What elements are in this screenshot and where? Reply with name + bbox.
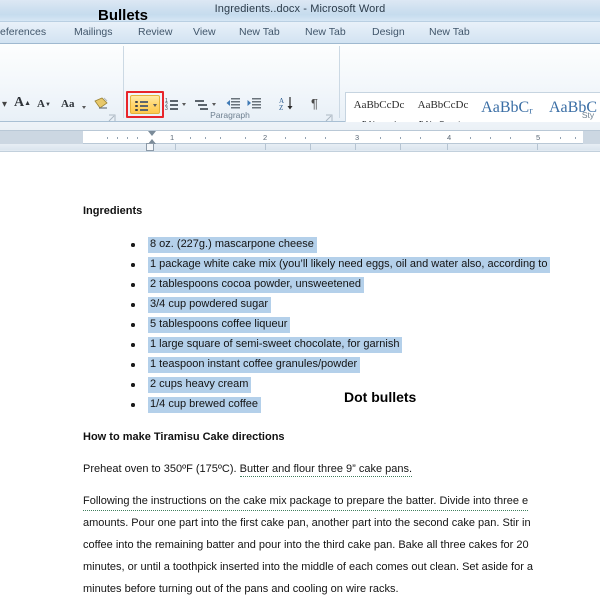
bullets-caret-icon[interactable] xyxy=(153,104,157,107)
paragraph-group-label: Paragraph xyxy=(210,110,250,120)
bullet-dot-icon xyxy=(131,363,135,367)
paragraph-body-line-5: minutes before turning out of the pans a… xyxy=(83,583,399,595)
bullet-dot-icon xyxy=(131,323,135,327)
paragraph-preheat: Preheat oven to 350ºF (175ºC). Butter an… xyxy=(83,462,413,477)
annotation-dot-bullets-label: Dot bullets xyxy=(344,389,417,405)
list-item-text: 1/4 cup brewed coffee xyxy=(148,397,262,413)
ruler-number-1: 1 xyxy=(170,133,175,142)
tab-new-tab-3[interactable]: New Tab xyxy=(429,26,470,38)
paragraph-group-dialog-launcher[interactable] xyxy=(325,110,334,122)
paragraph-body-line-3: coffee into the remaining batter and pou… xyxy=(83,539,529,551)
tab-review[interactable]: Review xyxy=(138,26,172,38)
list-item-text: 5 tablespoons coffee liqueur xyxy=(148,317,291,333)
tab-mailings[interactable]: Mailings xyxy=(74,26,113,38)
font-size-caret-icon[interactable]: ▾ xyxy=(2,100,7,110)
font-group-dialog-launcher[interactable] xyxy=(108,110,117,122)
ruler-number-2: 2 xyxy=(263,133,268,142)
change-case-caret-icon[interactable] xyxy=(82,106,86,109)
group-divider-paragraph-styles xyxy=(339,46,340,118)
ribbon: ▾ A▲ A▼ Aa x2 A xyxy=(0,44,600,160)
list-item-text: 3/4 cup powdered sugar xyxy=(148,297,272,313)
numbering-list-icon: 1 2 3 xyxy=(165,99,178,112)
title-bar: Ingredients..docx - Microsoft Word xyxy=(0,0,600,22)
tab-design[interactable]: Design xyxy=(372,26,405,38)
change-case-button[interactable]: Aa xyxy=(61,99,74,110)
heading-directions: How to make Tiramisu Cake directions xyxy=(83,431,285,443)
window-title: Ingredients..docx - Microsoft Word xyxy=(214,3,386,15)
ruler-right-margin xyxy=(583,131,600,145)
shrink-font-button[interactable]: A ▼ xyxy=(37,99,51,110)
decrease-indent-button[interactable] xyxy=(226,97,241,111)
paragraph-body-line-4: minutes, or until a toothpick inserted i… xyxy=(83,561,534,573)
svg-text:Z: Z xyxy=(279,104,283,112)
heading-ingredients: Ingredients xyxy=(83,205,143,217)
paragraph-preheat-underlined: Butter and flour three 9” cake pans. xyxy=(239,463,413,477)
bullets-button[interactable] xyxy=(130,95,160,114)
list-item-text: 2 tablespoons cocoa powder, unsweetened xyxy=(148,277,364,293)
list-item-text: 1 large square of semi-sweet chocolate, … xyxy=(148,337,403,353)
paragraph-body-line-1: Following the instructions on the cake m… xyxy=(83,494,529,511)
list-item-text: 2 cups heavy cream xyxy=(148,377,252,393)
left-indent-box-marker[interactable] xyxy=(146,143,154,151)
numbering-button[interactable]: 1 2 3 xyxy=(163,95,189,114)
sort-button[interactable]: A Z xyxy=(279,96,295,112)
list-item-text: 8 oz. (227g.) mascarpone cheese xyxy=(148,237,317,253)
tab-references[interactable]: eferences xyxy=(0,26,46,38)
clear-formatting-button[interactable] xyxy=(93,97,109,111)
numbering-caret-icon[interactable] xyxy=(182,103,186,106)
list-item-text: 1 package white cake mix (you’ll likely … xyxy=(148,257,551,273)
tab-new-tab-1[interactable]: New Tab xyxy=(239,26,280,38)
ruler-tab-band xyxy=(0,143,600,151)
bullets-list-icon xyxy=(135,100,148,111)
ruler-number-4: 4 xyxy=(447,133,452,142)
style-heading-1-sample: AaBbCᵣ xyxy=(481,99,533,116)
bullet-dot-icon xyxy=(131,303,135,307)
styles-group-label: Sty xyxy=(581,110,595,120)
bullet-dot-icon xyxy=(131,283,135,287)
document-page[interactable]: Ingredients 8 oz. (227g.) mascarpone che… xyxy=(0,152,600,600)
list-item-text: 1 teaspoon instant coffee granules/powde… xyxy=(148,357,361,373)
bullet-dot-icon xyxy=(131,403,135,407)
grow-font-button[interactable]: A ▲ xyxy=(14,96,31,110)
ribbon-tab-strip: eferences Mailings Review View New Tab N… xyxy=(0,22,600,44)
style-normal-sample: AaBbCcDc xyxy=(353,99,405,111)
tab-view[interactable]: View xyxy=(193,26,216,38)
show-formatting-marks-button[interactable]: ¶ xyxy=(311,97,318,110)
paragraph-body-line-2: amounts. Pour one part into the first ca… xyxy=(83,517,531,529)
bullet-dot-icon xyxy=(131,343,135,347)
style-no-spacing-sample: AaBbCcDc xyxy=(417,99,469,111)
multilevel-caret-icon[interactable] xyxy=(212,103,216,106)
ruler-zone: 1 2 3 4 5 xyxy=(0,122,600,152)
group-divider-font-paragraph xyxy=(123,46,124,118)
word-application-window: Ingredients..docx - Microsoft Word Bulle… xyxy=(0,0,600,600)
increase-indent-button[interactable] xyxy=(247,97,262,111)
first-line-indent-marker[interactable] xyxy=(148,131,156,136)
multilevel-list-icon xyxy=(195,99,208,110)
horizontal-ruler[interactable]: 1 2 3 4 5 xyxy=(0,130,600,145)
bullet-dot-icon xyxy=(131,383,135,387)
bullet-dot-icon xyxy=(131,243,135,247)
ruler-number-5: 5 xyxy=(536,133,541,142)
ruler-number-3: 3 xyxy=(355,133,360,142)
tab-new-tab-2[interactable]: New Tab xyxy=(305,26,346,38)
ruler-left-margin xyxy=(0,131,83,145)
paragraph-preheat-plain: Preheat oven to 350ºF (175ºC). xyxy=(83,463,240,475)
bullet-dot-icon xyxy=(131,263,135,267)
